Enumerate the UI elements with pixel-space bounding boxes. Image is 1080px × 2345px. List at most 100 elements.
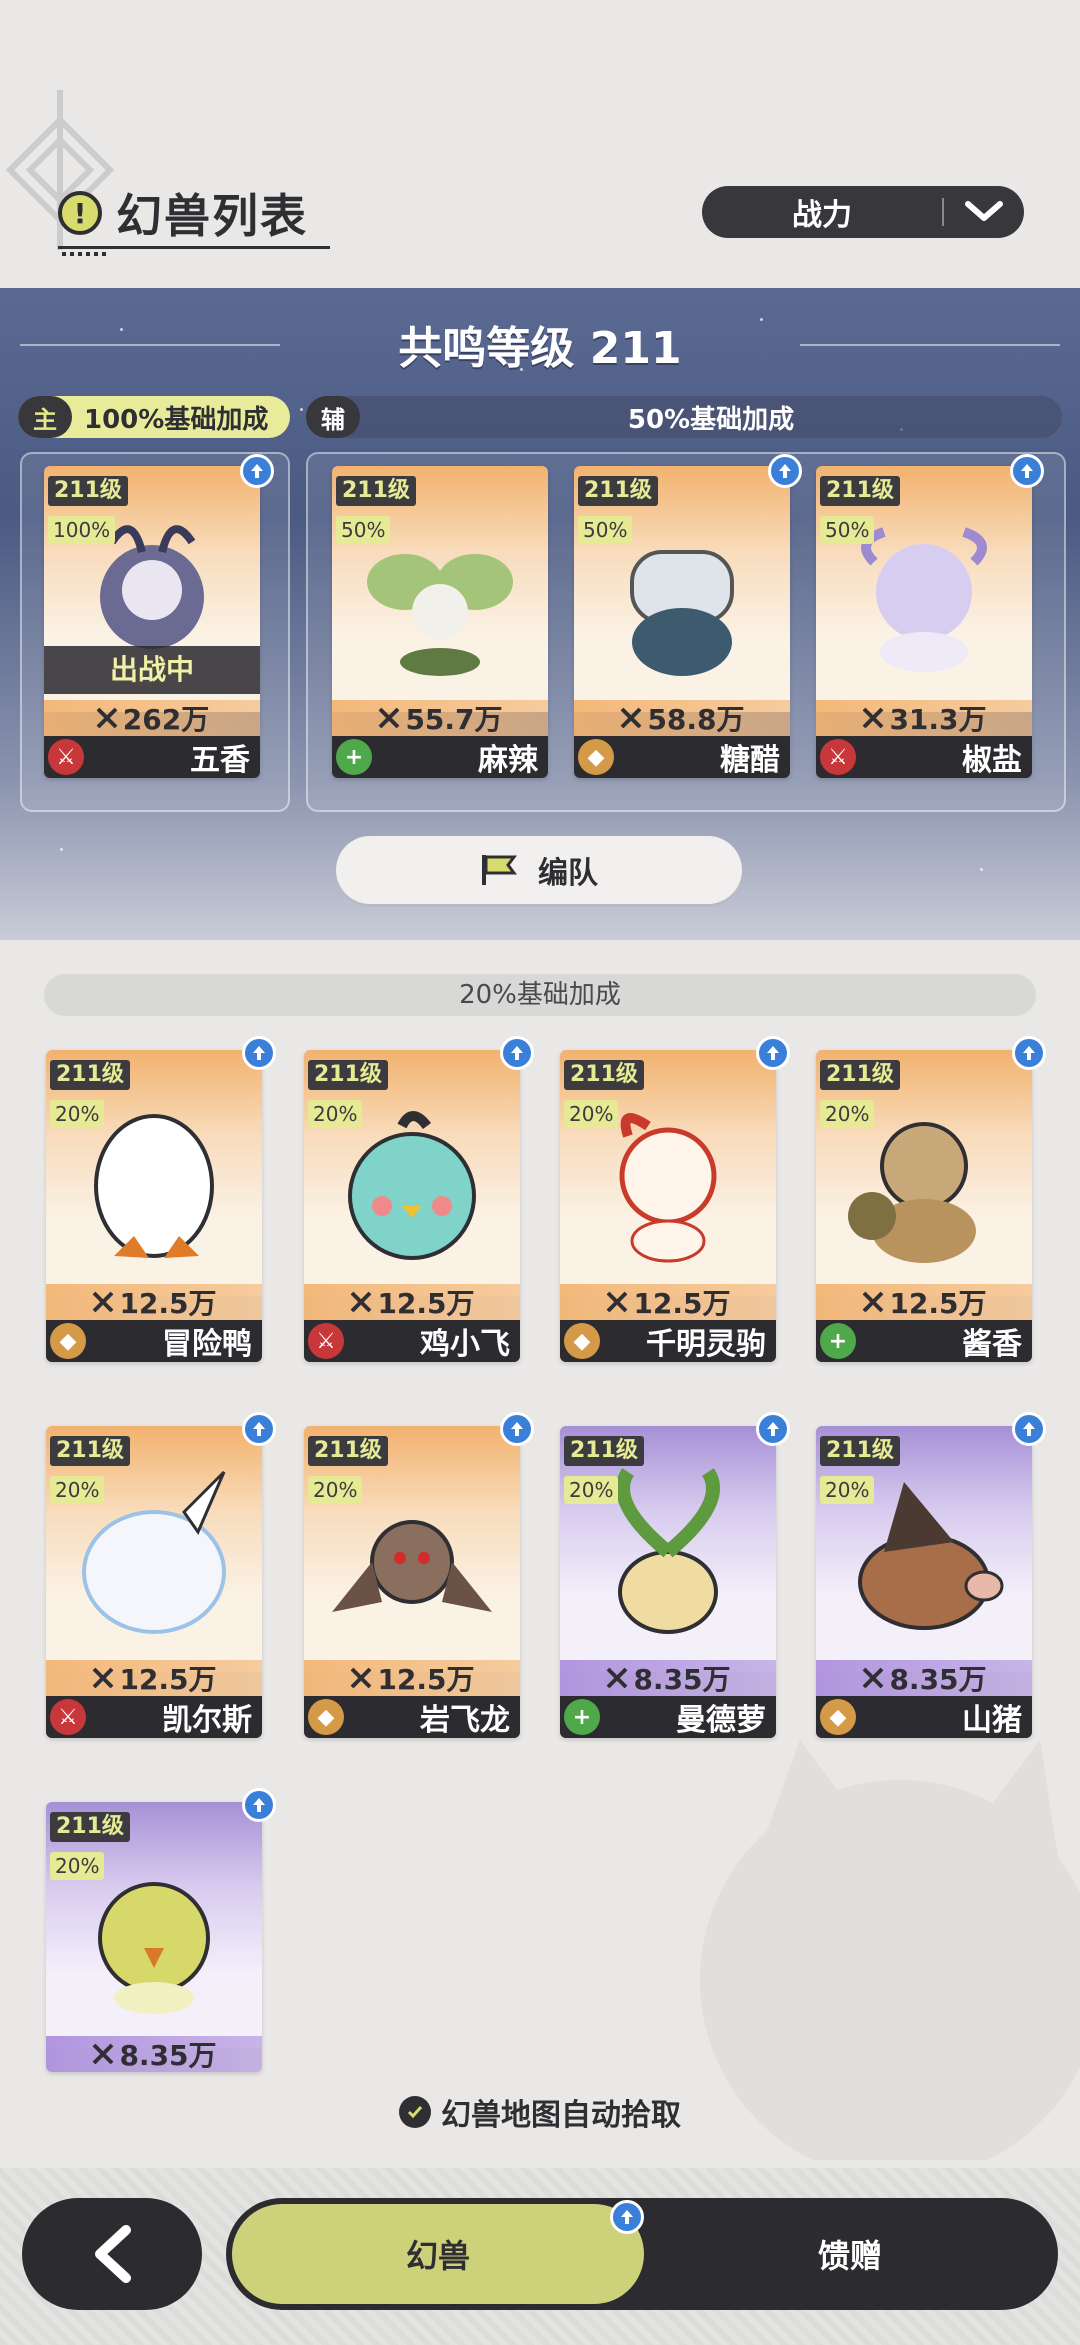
- upgrade-arrow-icon[interactable]: [1012, 1036, 1046, 1070]
- swords-icon: [96, 707, 118, 729]
- upgrade-arrow-icon[interactable]: [242, 1788, 276, 1822]
- pet-name: 五香: [190, 743, 250, 778]
- pet-level: 211级: [564, 1436, 644, 1466]
- defense-role-icon: ◆: [578, 739, 614, 775]
- team-formation-button[interactable]: 编队: [336, 836, 742, 904]
- upgrade-arrow-icon[interactable]: [242, 1036, 276, 1070]
- pet-level: 211级: [50, 1812, 130, 1842]
- swords-icon: [607, 1667, 628, 1689]
- pet-bonus-percent: 100%: [48, 516, 116, 544]
- pet-bonus-percent: 50%: [336, 516, 391, 544]
- pet-name: 山猪: [962, 1703, 1022, 1738]
- title-dots: [62, 252, 106, 256]
- swords-icon: [93, 2043, 114, 2065]
- pet-card-reserve-9[interactable]: 211级 20% 8.35万: [46, 1802, 262, 2072]
- swords-icon: [93, 1667, 114, 1689]
- pet-namebar: + 曼德萝: [560, 1696, 776, 1738]
- defense-role-icon: ◆: [308, 1699, 344, 1735]
- pet-card-reserve-6[interactable]: 211级 20% 12.5万 ◆ 岩飞龙: [304, 1426, 520, 1738]
- sub-bonus-text: 50%基础加成: [627, 404, 795, 435]
- auto-pickup-label: 幻兽地图自动拾取: [441, 2098, 681, 2133]
- swords-icon: [379, 707, 400, 729]
- swords-icon: [93, 1291, 114, 1313]
- pet-card-sub-1[interactable]: 211级 50% 55.7万 + 麻辣: [332, 466, 548, 778]
- upgrade-arrow-icon[interactable]: [610, 2200, 644, 2234]
- upgrade-arrow-icon[interactable]: [240, 454, 274, 488]
- pet-card-reserve-4[interactable]: 211级 20% 12.5万 + 酱香: [816, 1050, 1032, 1362]
- upgrade-arrow-icon[interactable]: [1012, 1412, 1046, 1446]
- upgrade-arrow-icon[interactable]: [500, 1036, 534, 1070]
- pet-name: 酱香: [962, 1327, 1022, 1362]
- pet-power-value: 8.35万: [119, 2039, 217, 2072]
- pet-level: 211级: [820, 476, 900, 506]
- upgrade-arrow-icon[interactable]: [1010, 454, 1044, 488]
- pet-power-value: 12.5万: [377, 1287, 475, 1320]
- pet-name: 冒险鸭: [162, 1327, 252, 1362]
- pet-namebar: ◆ 山猪: [816, 1696, 1032, 1738]
- pet-bonus-percent: 20%: [564, 1476, 619, 1504]
- pet-power-value: 12.5万: [377, 1663, 475, 1696]
- title-underline: [58, 246, 330, 249]
- pet-power: 55.7万: [332, 700, 548, 736]
- pet-bonus-percent: 20%: [820, 1476, 875, 1504]
- main-badge: 主: [18, 396, 72, 438]
- pet-bonus-percent: 20%: [308, 1100, 363, 1128]
- info-icon[interactable]: !: [58, 191, 102, 235]
- chevron-down-icon[interactable]: [944, 200, 1024, 224]
- defense-role-icon: ◆: [50, 1323, 86, 1359]
- defense-role-icon: ◆: [820, 1699, 856, 1735]
- tab-gift[interactable]: 馈赠: [650, 2204, 1050, 2304]
- back-button[interactable]: [22, 2198, 202, 2310]
- pet-namebar: ⚔ 椒盐: [816, 736, 1032, 778]
- pet-level: 211级: [48, 476, 128, 506]
- defense-role-icon: ◆: [564, 1323, 600, 1359]
- pet-name: 岩飞龙: [420, 1703, 510, 1738]
- swords-icon: [351, 1291, 372, 1313]
- pet-power: 262万: [44, 700, 260, 736]
- pet-card-reserve-3[interactable]: 211级 20% 12.5万 ◆ 千明灵驹: [560, 1050, 776, 1362]
- upgrade-arrow-icon[interactable]: [756, 1412, 790, 1446]
- tab-pets[interactable]: 幻兽: [232, 2204, 644, 2304]
- back-arrow-icon: [95, 2225, 131, 2283]
- pet-card-main[interactable]: 211级 100% 出战中 262万 ⚔ 五香: [44, 466, 260, 778]
- pet-name: 椒盐: [962, 743, 1022, 778]
- auto-pickup-toggle[interactable]: 幻兽地图自动拾取: [0, 2090, 1080, 2134]
- pet-bonus-percent: 20%: [820, 1100, 875, 1128]
- upgrade-arrow-icon[interactable]: [242, 1412, 276, 1446]
- upgrade-arrow-icon[interactable]: [500, 1412, 534, 1446]
- pet-card-reserve-2[interactable]: 211级 20% 12.5万 ⚔ 鸡小飞: [304, 1050, 520, 1362]
- pet-power: 12.5万: [46, 1660, 262, 1696]
- upgrade-arrow-icon[interactable]: [756, 1036, 790, 1070]
- pet-bonus-percent: 50%: [820, 516, 875, 544]
- pet-level: 211级: [308, 1060, 388, 1090]
- team-button-label: 编队: [538, 856, 598, 891]
- check-icon[interactable]: [399, 2096, 431, 2128]
- pet-card-sub-2[interactable]: 211级 50% 58.8万 ◆ 糖醋: [574, 466, 790, 778]
- pet-level: 211级: [564, 1060, 644, 1090]
- heal-role-icon: +: [336, 739, 372, 775]
- pet-card-reserve-8[interactable]: 211级 20% 8.35万 ◆ 山猪: [816, 1426, 1032, 1738]
- pet-card-reserve-5[interactable]: 211级 20% 12.5万 ⚔ 凯尔斯: [46, 1426, 262, 1738]
- pet-power: 12.5万: [560, 1284, 776, 1320]
- pet-namebar: ◆ 岩飞龙: [304, 1696, 520, 1738]
- pet-level: 211级: [578, 476, 658, 506]
- swords-icon: [863, 1667, 884, 1689]
- pet-power-value: 55.7万: [405, 703, 503, 736]
- pet-power-value: 12.5万: [119, 1287, 217, 1320]
- pet-level: 211级: [50, 1436, 130, 1466]
- pet-card-reserve-1[interactable]: 211级 20% 12.5万 ◆ 冒险鸭: [46, 1050, 262, 1362]
- pet-power: 12.5万: [304, 1284, 520, 1320]
- pet-level: 211级: [50, 1060, 130, 1090]
- pet-card-sub-3[interactable]: 211级 50% 31.3万 ⚔ 椒盐: [816, 466, 1032, 778]
- main-bonus-tag: 主 100%基础加成: [18, 396, 290, 438]
- upgrade-arrow-icon[interactable]: [768, 454, 802, 488]
- pet-namebar: + 酱香: [816, 1320, 1032, 1362]
- pet-power: 12.5万: [46, 1284, 262, 1320]
- pet-power-value: 12.5万: [889, 1287, 987, 1320]
- pet-power: 12.5万: [816, 1284, 1032, 1320]
- pet-power: 12.5万: [304, 1660, 520, 1696]
- pet-power: 31.3万: [816, 700, 1032, 736]
- pet-level: 211级: [820, 1436, 900, 1466]
- sort-dropdown[interactable]: 战力: [702, 186, 1024, 238]
- pet-card-reserve-7[interactable]: 211级 20% 8.35万 + 曼德萝: [560, 1426, 776, 1738]
